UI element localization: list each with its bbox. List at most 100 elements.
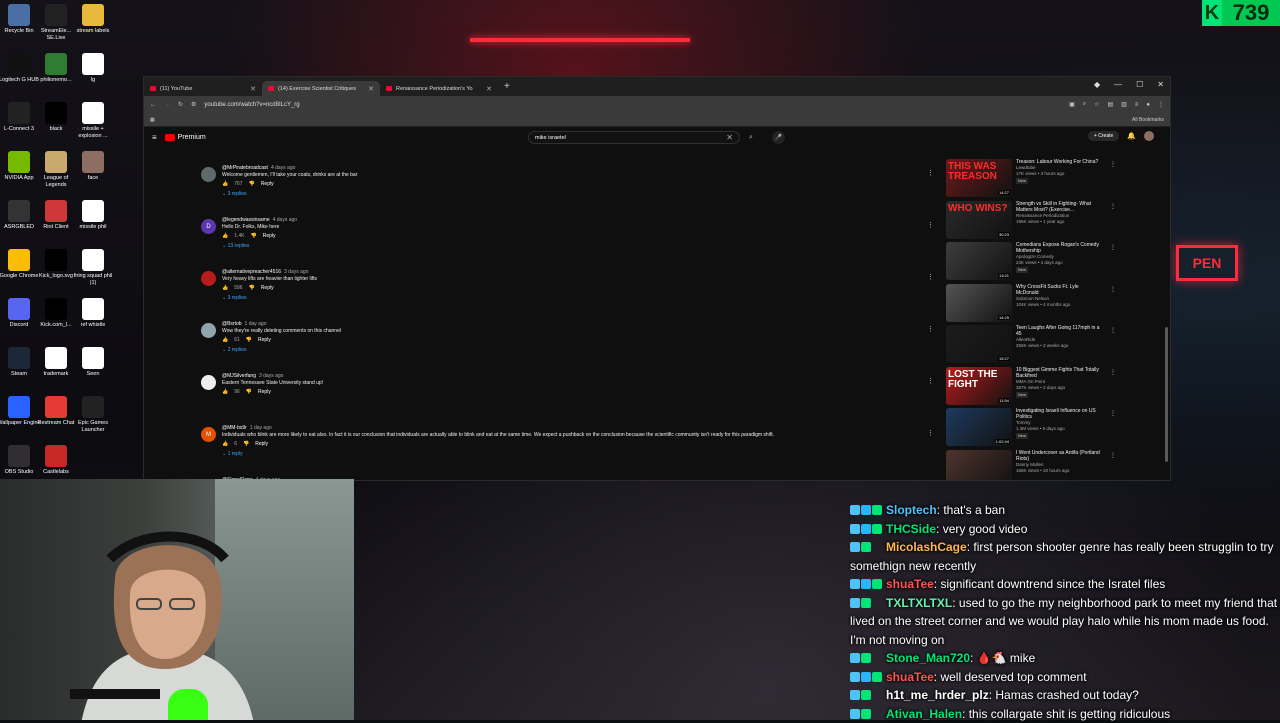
video-menu-icon[interactable]: ⋮ bbox=[1110, 369, 1116, 376]
desktop-icon[interactable]: stream labels bbox=[71, 4, 115, 35]
dislike-icon[interactable]: 👎 bbox=[246, 337, 252, 344]
search-input[interactable]: mike israetel✕ bbox=[528, 131, 740, 144]
view-replies-button[interactable]: ⌄ 1 reply bbox=[222, 451, 774, 458]
bookmark-star-icon[interactable]: ☆ bbox=[1094, 101, 1099, 108]
comment-menu-icon[interactable]: ⋮ bbox=[927, 325, 934, 333]
create-button[interactable]: + Create bbox=[1088, 131, 1119, 141]
video-thumbnail[interactable]: 13:21 bbox=[946, 242, 1012, 280]
like-icon[interactable]: 👍 bbox=[222, 233, 228, 240]
dislike-icon[interactable]: 👎 bbox=[249, 285, 255, 292]
video-thumbnail[interactable]: WHO WINS?30:23 bbox=[946, 201, 1012, 239]
all-bookmarks[interactable]: All Bookmarks bbox=[1132, 117, 1164, 123]
video-thumbnail[interactable]: THIS WAS TREASON14:27 bbox=[946, 159, 1012, 197]
new-tab-button[interactable]: + bbox=[504, 81, 510, 92]
chat-username[interactable]: shuaTee bbox=[886, 577, 934, 591]
desktop-icon[interactable]: face bbox=[71, 151, 115, 182]
url-field[interactable]: youtube.com/watch?v=ncd8ILcY_rg bbox=[204, 102, 1061, 108]
chat-username[interactable]: shuaTee bbox=[886, 670, 934, 684]
video-menu-icon[interactable]: ⋮ bbox=[1110, 452, 1116, 459]
video-thumbnail[interactable]: 15:27 bbox=[946, 325, 1012, 363]
hamburger-menu-icon[interactable]: ≡ bbox=[152, 133, 157, 142]
comment-menu-icon[interactable]: ⋮ bbox=[927, 429, 934, 437]
view-replies-button[interactable]: ⌄ 3 replies bbox=[222, 191, 357, 198]
commenter-avatar[interactable]: M bbox=[201, 427, 216, 442]
microphone-icon[interactable]: 🎤 bbox=[772, 131, 785, 144]
comment-author[interactable]: @legendwassinsame bbox=[222, 217, 270, 223]
video-menu-icon[interactable]: ⋮ bbox=[1110, 286, 1116, 293]
like-icon[interactable]: 👍 bbox=[222, 389, 228, 396]
video-title[interactable]: 10 Biggest Gimme Fights That Totally Bac… bbox=[1016, 367, 1102, 379]
chat-username[interactable]: TXLTXLTXL bbox=[886, 596, 952, 610]
desktop-icon[interactable]: Seen bbox=[71, 347, 115, 378]
video-menu-icon[interactable]: ⋮ bbox=[1110, 410, 1116, 417]
desktop-icon[interactable]: lg bbox=[71, 53, 115, 84]
desktop-icon[interactable]: ref whistle bbox=[71, 298, 115, 329]
sidebar-icon[interactable]: ▥ bbox=[1121, 101, 1127, 108]
profile-icon[interactable]: ● bbox=[1146, 102, 1150, 108]
tab-youtube[interactable]: (11) YouTube✕ bbox=[144, 81, 262, 96]
downloads-icon[interactable]: ≡ bbox=[1135, 102, 1139, 108]
commenter-avatar[interactable] bbox=[201, 375, 216, 390]
extensions-icon[interactable]: ▤ bbox=[1108, 101, 1114, 108]
comment-author[interactable]: @MrPiratebroadcast bbox=[222, 165, 268, 171]
reply-button[interactable]: Reply bbox=[258, 389, 271, 396]
video-title[interactable]: Strength vs Skill in Fighting- What Matt… bbox=[1016, 201, 1102, 213]
video-thumbnail[interactable]: 1:02:44 bbox=[946, 408, 1012, 446]
comment-author[interactable]: @alternativepreacher4516 bbox=[222, 269, 281, 275]
video-thumbnail[interactable]: 14:25 bbox=[946, 284, 1012, 322]
comment-author[interactable]: @MM-bs9r bbox=[222, 425, 247, 431]
reload-button[interactable]: ↻ bbox=[178, 101, 183, 108]
like-icon[interactable]: 👍 bbox=[222, 337, 228, 344]
chat-username[interactable]: Stone_Man720 bbox=[886, 651, 970, 665]
forward-button[interactable]: → bbox=[164, 102, 170, 108]
extension-icon[interactable]: ◆ bbox=[1094, 80, 1100, 89]
video-title[interactable]: Why CrossFit Sucks Ft. Lyle McDonald bbox=[1016, 284, 1102, 296]
back-button[interactable]: ← bbox=[150, 102, 156, 108]
video-thumbnail[interactable]: 22:05 bbox=[946, 450, 1012, 482]
dislike-icon[interactable]: 👎 bbox=[246, 389, 252, 396]
related-video[interactable]: 14:25 Why CrossFit Sucks Ft. Lyle McDonal… bbox=[946, 284, 1116, 326]
account-avatar[interactable] bbox=[1144, 131, 1154, 141]
tab-renaissance[interactable]: Renaissance Periodization's Yo✕ bbox=[380, 81, 498, 96]
comment-author[interactable]: @MJSilverfang bbox=[222, 373, 256, 379]
video-title[interactable]: I Went Undercover as Antifa (Portland Ri… bbox=[1016, 450, 1102, 462]
reply-button[interactable]: Reply bbox=[261, 181, 274, 188]
comment-menu-icon[interactable]: ⋮ bbox=[927, 377, 934, 385]
video-menu-icon[interactable]: ⋮ bbox=[1110, 244, 1116, 251]
commenter-avatar[interactable]: D bbox=[201, 219, 216, 234]
view-replies-button[interactable]: ⌄ 3 replies bbox=[222, 295, 317, 302]
chat-username[interactable]: Sloptech bbox=[886, 503, 937, 517]
comment-menu-icon[interactable]: ⋮ bbox=[927, 169, 934, 177]
related-video[interactable]: WHO WINS?30:23 Strength vs Skill in Fight… bbox=[946, 201, 1116, 243]
desktop-icon[interactable]: firing squad phil (1) bbox=[71, 249, 115, 286]
comment-menu-icon[interactable]: ⋮ bbox=[927, 221, 934, 229]
youtube-logo[interactable]: Premium bbox=[165, 134, 206, 141]
search-icon[interactable]: ⌕ bbox=[744, 131, 758, 144]
close-window-button[interactable]: ✕ bbox=[1157, 80, 1164, 89]
reply-button[interactable]: Reply bbox=[255, 441, 268, 448]
close-tab-icon[interactable]: ✕ bbox=[486, 85, 492, 93]
clear-search-icon[interactable]: ✕ bbox=[726, 133, 733, 142]
dislike-icon[interactable]: 👎 bbox=[243, 441, 249, 448]
reply-button[interactable]: Reply bbox=[258, 337, 271, 344]
desktop-icon[interactable]: missile phil bbox=[71, 200, 115, 231]
zoom-icon[interactable]: ⌕ bbox=[1083, 101, 1086, 108]
video-menu-icon[interactable]: ⋮ bbox=[1110, 203, 1116, 210]
minimize-button[interactable]: — bbox=[1114, 80, 1122, 89]
related-video[interactable]: 15:27Teen Laughs After Going 117mph in a… bbox=[946, 325, 1116, 367]
like-icon[interactable]: 👍 bbox=[222, 181, 228, 188]
dislike-icon[interactable]: 👎 bbox=[249, 181, 255, 188]
chat-username[interactable]: h1t_me_hrder_plz bbox=[886, 688, 989, 702]
desktop-icon[interactable]: missile + explosion ... bbox=[71, 102, 115, 139]
related-video[interactable]: 1:02:44Investigating Israeli Influence o… bbox=[946, 408, 1116, 450]
desktop-icon[interactable]: Epic Games Launcher bbox=[71, 396, 115, 433]
view-replies-button[interactable]: ⌄ 13 replies bbox=[222, 243, 297, 250]
menu-icon[interactable]: ⋮ bbox=[1158, 101, 1164, 108]
tab-exercise-scientist[interactable]: (14) Exercise Scientist Critiques✕ bbox=[262, 81, 380, 96]
comment-author[interactable]: @Bsrtob bbox=[222, 321, 242, 327]
apps-icon[interactable]: ▦ bbox=[150, 117, 155, 123]
scrollbar[interactable] bbox=[1165, 327, 1168, 462]
commenter-avatar[interactable] bbox=[201, 167, 216, 182]
comment-menu-icon[interactable]: ⋮ bbox=[927, 273, 934, 281]
related-video[interactable]: 13:21Comedians Expose Rogan's Comedy Mot… bbox=[946, 242, 1116, 284]
